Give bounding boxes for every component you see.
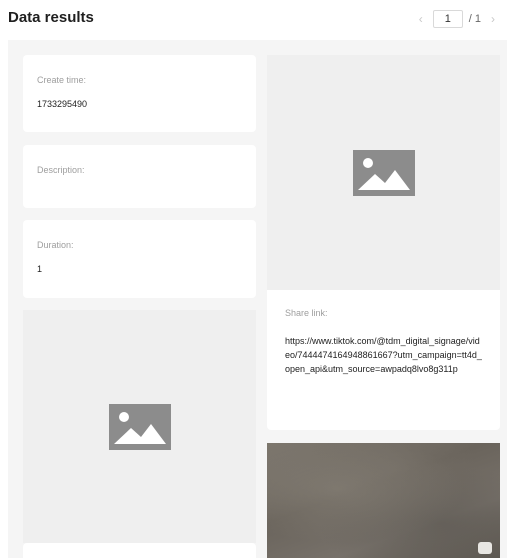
page-number-input[interactable] [432,10,463,28]
chevron-right-icon[interactable]: › [487,12,499,26]
duration-label: Duration: [37,240,74,250]
image-placeholder-icon [108,403,171,450]
media-placeholder-right[interactable] [267,55,500,290]
share-link-label: Share link: [285,308,328,318]
share-link-url[interactable]: https://www.tiktok.com/@tdm_digital_sign… [285,334,482,376]
thumbnail-highlight [478,542,492,554]
chevron-left-icon[interactable]: ‹ [415,12,427,26]
create-time-card: Create time: 1733295490 [23,55,256,132]
video-thumbnail[interactable] [267,443,500,558]
description-label: Description: [37,165,85,175]
create-time-label: Create time: [37,75,87,85]
left-bottom-card [23,543,256,558]
media-placeholder-left[interactable] [23,310,256,543]
create-time-value: 1733295490 [37,99,88,109]
page-title: Data results [8,9,94,26]
results-header: Data results ‹ / 1 › [0,0,507,40]
page-total: / 1 [468,13,481,25]
description-card: Description: [23,145,256,208]
image-placeholder-icon [352,149,415,196]
pagination: ‹ / 1 › [415,9,499,29]
duration-value: 1 [37,264,43,274]
duration-card: Duration: 1 [23,220,256,298]
results-grid: Create time: 1733295490 Description: Dur… [8,40,507,558]
share-link-card: Share link: https://www.tiktok.com/@tdm_… [267,290,500,430]
